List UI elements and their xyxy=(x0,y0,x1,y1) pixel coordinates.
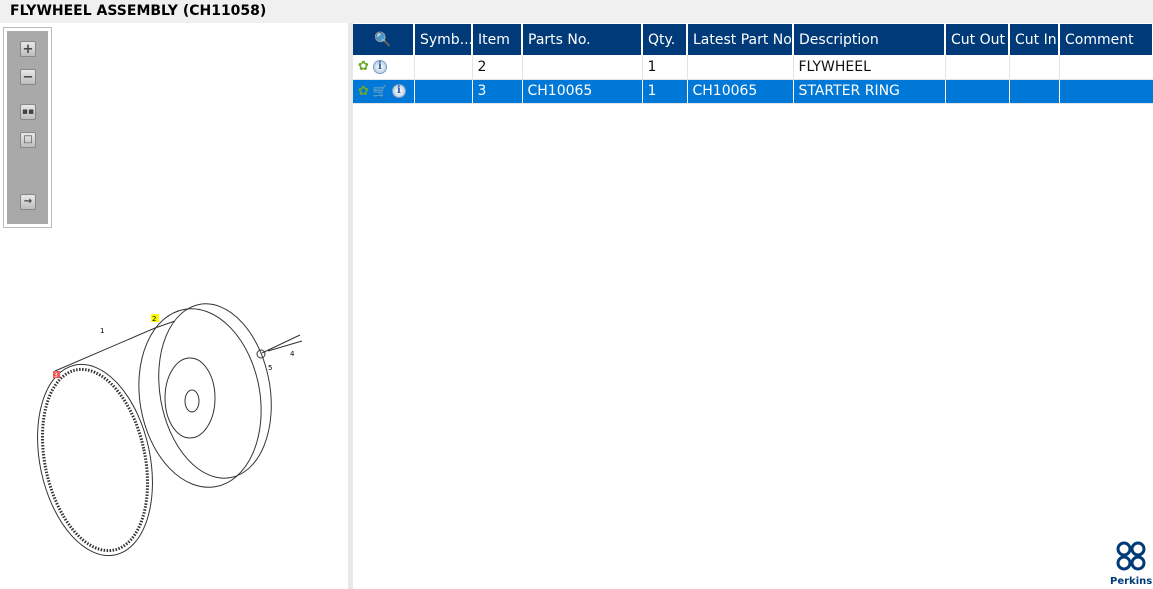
info-icon[interactable]: i xyxy=(372,59,387,74)
column-header-cut-out[interactable]: Cut Out xyxy=(945,24,1010,55)
panel-splitter[interactable] xyxy=(348,23,353,589)
qty-cell: 1 xyxy=(642,79,688,104)
description-cell: FLYWHEEL xyxy=(793,55,946,80)
fit-all-button[interactable]: ▪▪ xyxy=(20,104,36,120)
export-button[interactable]: → xyxy=(20,194,36,210)
callout-5[interactable]: 5 xyxy=(268,364,272,372)
column-header-qty[interactable]: Qty. xyxy=(642,24,688,55)
column-header-comment[interactable]: Comment xyxy=(1059,24,1153,55)
page-title: FLYWHEEL ASSEMBLY (CH11058) xyxy=(0,0,1153,23)
perkins-logo: Perkins xyxy=(1110,540,1152,587)
callout-1[interactable]: 1 xyxy=(100,327,104,335)
gear-icon[interactable]: ✿ xyxy=(358,84,369,99)
column-header-description[interactable]: Description xyxy=(793,24,946,55)
diagram-panel: + − ▪▪ □ → 2 1 3 4 5 xyxy=(0,23,348,589)
parts-table: 🔍 Symb... Item Parts No. Qty. Latest Par… xyxy=(353,24,1153,104)
callout-4[interactable]: 4 xyxy=(290,350,295,358)
symbol-cell xyxy=(414,79,473,104)
comment-cell xyxy=(1059,55,1153,80)
zoom-in-button[interactable]: + xyxy=(20,41,36,57)
table-row-selected[interactable]: ✿ 🛒 i 3 CH10065 1 CH10065 STARTER RING xyxy=(353,79,1153,104)
latest-part-cell: CH10065 xyxy=(687,79,794,104)
item-cell: 2 xyxy=(472,55,523,80)
cut-in-cell xyxy=(1009,55,1060,80)
parts-no-cell xyxy=(522,55,643,80)
fit-window-button[interactable]: □ xyxy=(20,132,36,148)
item-cell: 3 xyxy=(472,79,523,104)
zoom-out-button[interactable]: − xyxy=(20,69,36,85)
column-header-parts-no[interactable]: Parts No. xyxy=(522,24,643,55)
latest-part-cell xyxy=(687,55,794,80)
column-header-symbol[interactable]: Symb... xyxy=(414,24,473,55)
cut-out-cell xyxy=(945,79,1010,104)
table-header: 🔍 Symb... Item Parts No. Qty. Latest Par… xyxy=(353,24,1153,55)
table-row[interactable]: ✿ i 2 1 FLYWHEEL xyxy=(353,55,1153,80)
diagram-toolbar: + − ▪▪ □ → xyxy=(3,27,52,228)
column-header-cut-in[interactable]: Cut In xyxy=(1009,24,1060,55)
cut-out-cell xyxy=(945,55,1010,80)
column-search-button[interactable]: 🔍 xyxy=(353,24,415,55)
info-icon[interactable]: i xyxy=(391,84,406,98)
perkins-emblem-icon xyxy=(1116,541,1146,571)
column-header-item[interactable]: Item xyxy=(472,24,523,55)
callout-2[interactable]: 2 xyxy=(152,315,156,323)
callout-3[interactable]: 3 xyxy=(54,372,58,379)
search-icon: 🔍 xyxy=(374,31,392,48)
qty-cell: 1 xyxy=(642,55,688,80)
cart-icon[interactable]: 🛒 xyxy=(373,84,388,98)
parts-no-cell: CH10065 xyxy=(522,79,643,104)
cut-in-cell xyxy=(1009,79,1060,104)
exploded-diagram[interactable]: 2 1 3 4 5 xyxy=(20,283,320,563)
description-cell: STARTER RING xyxy=(793,79,946,104)
comment-cell xyxy=(1059,79,1153,104)
symbol-cell xyxy=(414,55,473,80)
gear-icon[interactable]: ✿ xyxy=(358,59,369,74)
column-header-latest-part-no[interactable]: Latest Part No. xyxy=(687,24,794,55)
